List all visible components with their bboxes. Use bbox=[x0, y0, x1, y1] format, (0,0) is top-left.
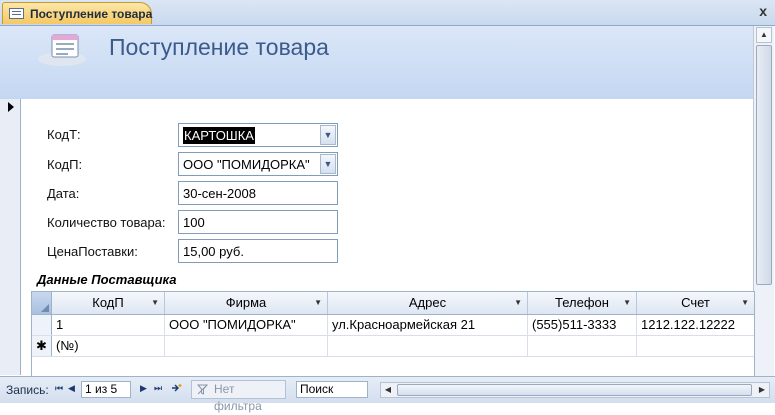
document-tab-bar: Поступление товара x bbox=[0, 0, 775, 26]
scroll-thumb[interactable] bbox=[397, 384, 752, 396]
scroll-thumb[interactable] bbox=[756, 45, 772, 285]
form-logo-icon bbox=[38, 34, 86, 66]
kodp-combobox[interactable]: ООО "ПОМИДОРКА" ▼ bbox=[178, 152, 338, 176]
filter-button[interactable]: Нет фильтра bbox=[191, 380, 286, 413]
cell-kodp-new[interactable]: (№) bbox=[52, 336, 165, 356]
column-header-firm[interactable]: Фирма ▼ bbox=[165, 292, 328, 314]
kodp-value: ООО "ПОМИДОРКА" bbox=[183, 157, 310, 172]
vertical-scrollbar[interactable]: ▲ bbox=[753, 26, 774, 376]
record-navigation-bar: Запись: ⏮ ◀ 1 из 5 ▶ ⏭ Нет фильтра Поиск… bbox=[0, 376, 775, 413]
chevron-down-icon[interactable]: ▼ bbox=[314, 292, 322, 314]
column-header-account[interactable]: Счет ▼ bbox=[637, 292, 754, 314]
last-record-icon[interactable]: ⏭ bbox=[154, 383, 162, 394]
cell-kodp[interactable]: 1 bbox=[52, 315, 165, 335]
cell-address-new[interactable] bbox=[328, 336, 528, 356]
scroll-right-icon[interactable]: ▶ bbox=[755, 383, 769, 397]
quantity-field[interactable]: 100 bbox=[178, 210, 338, 234]
current-record-input[interactable]: 1 из 5 bbox=[81, 381, 131, 398]
form-icon bbox=[9, 8, 24, 19]
close-icon[interactable]: x bbox=[759, 3, 767, 19]
chevron-down-icon[interactable]: ▼ bbox=[514, 292, 522, 314]
table-row[interactable]: 1 ООО "ПОМИДОРКА" ул.Красноармейская 21 … bbox=[32, 315, 754, 336]
tab-label: Поступление товара bbox=[30, 7, 153, 21]
cell-firm[interactable]: ООО "ПОМИДОРКА" bbox=[165, 315, 328, 335]
quantity-label: Количество товара: bbox=[47, 215, 166, 230]
date-label: Дата: bbox=[47, 186, 80, 201]
search-input[interactable]: Поиск bbox=[296, 381, 368, 398]
column-header-phone[interactable]: Телефон ▼ bbox=[528, 292, 637, 314]
kodt-combobox[interactable]: КАРТОШКА ▼ bbox=[178, 123, 338, 147]
kodp-label: КодП: bbox=[47, 157, 83, 172]
cell-phone-new[interactable] bbox=[528, 336, 637, 356]
current-record-arrow-icon bbox=[8, 102, 14, 112]
tab-postuplenie-tovara[interactable]: Поступление товара bbox=[2, 2, 152, 24]
new-record-row[interactable]: ✱ (№) bbox=[32, 336, 754, 357]
select-all-button[interactable] bbox=[32, 292, 52, 314]
cell-account-new[interactable] bbox=[637, 336, 754, 356]
record-selector[interactable] bbox=[0, 99, 21, 375]
filter-icon bbox=[197, 384, 208, 395]
filter-label: Нет фильтра bbox=[214, 382, 262, 413]
column-header-kodp[interactable]: КодП ▼ bbox=[52, 292, 165, 314]
price-label: ЦенаПоставки: bbox=[47, 244, 138, 259]
form-header: Поступление товара bbox=[0, 26, 753, 99]
subform-title: Данные Поставщика bbox=[37, 272, 177, 287]
row-selector[interactable] bbox=[32, 315, 52, 335]
horizontal-scrollbar[interactable]: ◀ ▶ bbox=[380, 382, 770, 398]
cell-account[interactable]: 1212.122.12222 bbox=[637, 315, 754, 335]
first-record-icon[interactable]: ⏮ bbox=[55, 383, 63, 394]
date-field[interactable]: 30-сен-2008 bbox=[178, 181, 338, 205]
grid-header: КодП ▼ Фирма ▼ Адрес ▼ Телефон ▼ Счет ▼ bbox=[32, 292, 754, 315]
new-record-icon[interactable] bbox=[172, 383, 182, 393]
new-record-marker-icon: ✱ bbox=[32, 336, 52, 356]
supplier-subform: КодП ▼ Фирма ▼ Адрес ▼ Телефон ▼ Счет ▼ 1 ООО… bbox=[31, 291, 755, 377]
prev-record-icon[interactable]: ◀ bbox=[68, 383, 75, 394]
chevron-down-icon[interactable]: ▼ bbox=[741, 292, 749, 314]
next-record-icon[interactable]: ▶ bbox=[140, 383, 147, 394]
kodt-label: КодТ: bbox=[47, 127, 81, 142]
kodt-value: КАРТОШКА bbox=[183, 127, 255, 144]
scroll-up-icon[interactable]: ▲ bbox=[756, 27, 772, 43]
page-title: Поступление товара bbox=[109, 34, 329, 60]
chevron-down-icon[interactable]: ▼ bbox=[320, 125, 336, 145]
cell-phone[interactable]: (555)511-3333 bbox=[528, 315, 637, 335]
column-header-address[interactable]: Адрес ▼ bbox=[328, 292, 528, 314]
cell-address[interactable]: ул.Красноармейская 21 bbox=[328, 315, 528, 335]
chevron-down-icon[interactable]: ▼ bbox=[151, 292, 159, 314]
record-label: Запись: bbox=[6, 383, 49, 397]
chevron-down-icon[interactable]: ▼ bbox=[623, 292, 631, 314]
scroll-left-icon[interactable]: ◀ bbox=[381, 383, 395, 397]
price-field[interactable]: 15,00 руб. bbox=[178, 239, 338, 263]
chevron-down-icon[interactable]: ▼ bbox=[320, 154, 336, 174]
cell-firm-new[interactable] bbox=[165, 336, 328, 356]
